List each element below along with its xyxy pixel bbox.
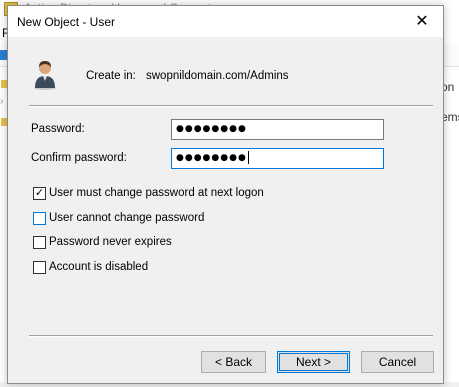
- account-disabled-label[interactable]: Account is disabled: [49, 261, 148, 273]
- cannot-change-password-checkbox[interactable]: [33, 212, 46, 225]
- confirm-password-masked-value: ●●●●●●●●: [176, 153, 247, 163]
- create-in-label: Create in:: [86, 70, 136, 82]
- account-disabled-checkbox[interactable]: [33, 261, 46, 274]
- password-never-expires-checkbox[interactable]: [33, 236, 46, 249]
- password-label: Password:: [31, 123, 85, 135]
- chevron-right-icon[interactable]: ›: [0, 96, 3, 107]
- new-object-user-dialog: New Object - User ✕ Create in: swopnildo…: [7, 5, 444, 384]
- password-masked-value: ●●●●●●●●: [176, 124, 247, 134]
- dialog-title: New Object - User: [17, 15, 116, 29]
- dialog-content: Create in: swopnildomain.com/Admins Pass…: [8, 37, 443, 383]
- divider: [29, 105, 433, 107]
- confirm-password-label: Confirm password:: [31, 152, 127, 164]
- create-in-path: swopnildomain.com/Admins: [146, 70, 289, 82]
- next-button[interactable]: Next >: [277, 351, 350, 373]
- cancel-button[interactable]: Cancel: [361, 351, 434, 373]
- must-change-password-checkbox[interactable]: ✓: [33, 187, 46, 200]
- cannot-change-password-label[interactable]: User cannot change password: [49, 212, 204, 224]
- close-button[interactable]: ✕: [401, 6, 443, 37]
- confirm-password-input[interactable]: ●●●●●●●●: [171, 148, 384, 169]
- divider: [29, 335, 433, 337]
- text-caret: [247, 151, 249, 164]
- user-icon: [34, 61, 56, 90]
- password-never-expires-label[interactable]: Password never expires: [49, 236, 172, 248]
- back-button[interactable]: < Back: [201, 351, 266, 373]
- must-change-password-label[interactable]: User must change password at next logon: [49, 187, 264, 199]
- dialog-titlebar[interactable]: New Object - User ✕: [8, 6, 443, 37]
- close-icon: ✕: [415, 13, 429, 30]
- password-input[interactable]: ●●●●●●●●: [171, 119, 384, 140]
